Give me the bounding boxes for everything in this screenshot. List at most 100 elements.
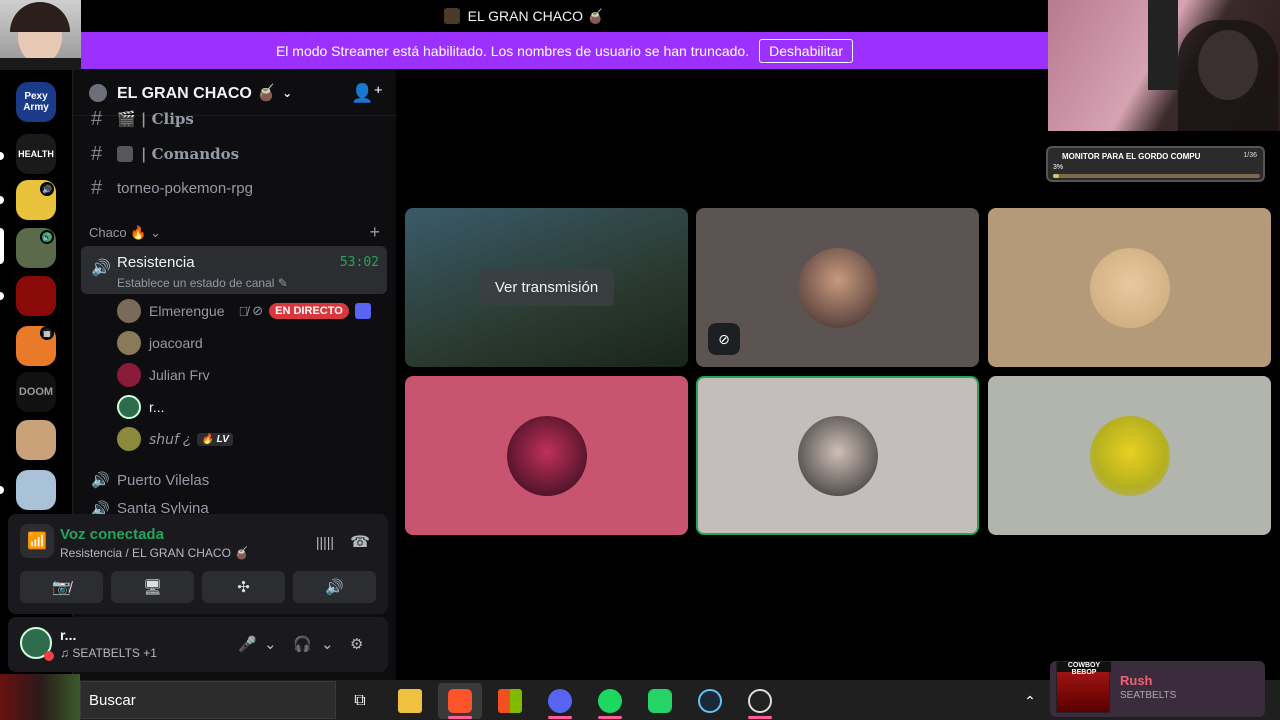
microsoft-store-icon[interactable] xyxy=(488,683,532,719)
microphone-icon[interactable]: 🎤 xyxy=(238,635,257,653)
share-screen-button[interactable]: 🖥 xyxy=(111,571,194,603)
headphones-icon[interactable]: 🎧 xyxy=(293,635,312,653)
progress-bar xyxy=(1053,174,1260,178)
server-item-red[interactable] xyxy=(16,276,56,316)
obs-icon[interactable] xyxy=(738,683,782,719)
streamer-mode-banner: El modo Streamer está habilitado. Los no… xyxy=(81,32,1048,69)
window-title: EL GRAN CHACO 🧉 xyxy=(467,7,605,24)
activities-button[interactable]: ✣ xyxy=(202,571,285,603)
brave-browser-icon[interactable] xyxy=(438,683,482,719)
webcam-overlay-left xyxy=(0,0,81,81)
server-item-blue[interactable] xyxy=(16,470,56,510)
voice-connected-title: Voz conectada xyxy=(60,526,164,543)
window-title-bar: EL GRAN CHACO 🧉 xyxy=(0,0,1048,32)
channel-clips[interactable]: # 🎬 | Clips xyxy=(81,106,387,132)
settings-gear-icon[interactable]: ⚙ xyxy=(350,635,363,653)
voice-user[interactable]: r... xyxy=(117,393,165,421)
progress-count: 1/36 xyxy=(1243,152,1257,159)
voice-channel-santa-sylvina[interactable]: 🔊 Santa Sylvina xyxy=(81,500,387,514)
participant-tile[interactable] xyxy=(988,376,1271,535)
server-item-health[interactable]: HEALTH xyxy=(16,134,56,174)
watch-stream-button[interactable]: Ver transmisión xyxy=(478,269,615,306)
avatar xyxy=(117,299,141,323)
spotify-icon[interactable] xyxy=(588,683,632,719)
voice-channel-resistencia[interactable]: 🔊 Resistencia Establece un estado de can… xyxy=(81,246,387,294)
unread-pill xyxy=(0,292,4,300)
camera-off-button[interactable]: 📷̸ xyxy=(20,571,103,603)
file-explorer-icon[interactable] xyxy=(388,683,432,719)
server-name: EL GRAN CHACO 🧉 xyxy=(117,84,277,102)
mask-emoji-icon xyxy=(117,146,133,162)
voice-user[interactable]: 𝘴𝘩𝘶𝘧 ¿ 🔥 LV xyxy=(117,425,233,453)
discord-icon[interactable] xyxy=(538,683,582,719)
track-title: Rush xyxy=(1120,673,1153,688)
server-icon xyxy=(443,8,460,24)
disable-streamer-button[interactable]: Deshabilitar xyxy=(759,38,854,63)
participant-tile-speaking[interactable] xyxy=(696,376,979,535)
steam-icon[interactable] xyxy=(688,683,732,719)
server-item-anime[interactable] xyxy=(16,420,56,460)
category-chaco[interactable]: Chaco 🔥 ⌄ xyxy=(89,225,161,241)
speaker-icon: 🔊 xyxy=(40,182,54,196)
avatar xyxy=(1089,415,1170,496)
username: r... xyxy=(60,627,77,643)
participant-tile[interactable]: ⊘ xyxy=(696,208,979,367)
server-item-pexy-army[interactable]: Pexy Army xyxy=(16,82,56,122)
invite-people-icon[interactable]: 👤⁺ xyxy=(351,83,383,104)
task-view-icon[interactable]: ⧉ xyxy=(338,683,382,719)
channel-comandos[interactable]: # | Comandos xyxy=(81,138,387,170)
chevron-down-icon[interactable]: ⌄ xyxy=(264,635,277,653)
unread-pill xyxy=(0,196,4,204)
chevron-down-icon[interactable]: ⌄ xyxy=(321,635,334,653)
signal-icon[interactable]: 📶 xyxy=(20,524,54,558)
user-panel: r... ♫ SEATBELTS +1 🎤 ⌄ 🎧 ⌄ ⚙ xyxy=(8,617,388,672)
avatar xyxy=(797,247,878,328)
progress-widget: MONITOR PARA EL GORDO COMPU 1/36 3% xyxy=(1046,146,1265,182)
soundboard-icon: 🔊 xyxy=(325,579,344,596)
channel-torneo-pokemon-rpg[interactable]: # torneo-pokemon-rpg xyxy=(81,172,387,204)
participant-tile[interactable] xyxy=(405,376,688,535)
voice-timer: 53:02 xyxy=(339,255,379,270)
chevron-down-icon: ⌄ xyxy=(150,225,161,240)
status-badge: 🔥 LV xyxy=(197,432,233,446)
activities-icon: ✣ xyxy=(237,579,250,596)
screen-share-icon xyxy=(354,303,371,319)
channel-status[interactable]: Establece un estado de canal ✎ xyxy=(117,276,288,290)
avatar xyxy=(797,415,878,496)
live-badge: EN DIRECTO xyxy=(269,303,349,319)
participant-tile[interactable] xyxy=(988,208,1271,367)
speaker-icon: 🔊 xyxy=(91,501,110,514)
unread-pill xyxy=(0,486,4,494)
whatsapp-icon[interactable] xyxy=(638,683,682,719)
avatar xyxy=(117,427,141,451)
soundboard-button[interactable]: 🔊 xyxy=(293,571,376,603)
camera-off-icon: 📷̸ xyxy=(52,579,71,596)
voice-user[interactable]: Julian Frv xyxy=(117,361,210,389)
progress-percent: 3% xyxy=(1053,164,1064,171)
status-dot xyxy=(44,651,54,661)
avatar xyxy=(1089,247,1170,328)
voice-active-icon: 🔊 xyxy=(40,230,54,244)
hash-icon: # xyxy=(91,107,103,130)
stream-tile[interactable]: Ver transmisión xyxy=(405,208,688,367)
voice-channel-puerto-vilelas[interactable]: 🔊 Puerto Vilelas xyxy=(81,464,387,496)
active-server-pill xyxy=(0,228,4,264)
noise-suppression-icon[interactable]: ||||| xyxy=(316,534,334,550)
voice-user[interactable]: joacoard xyxy=(117,329,203,357)
calendar-icon: ▦ xyxy=(40,326,54,340)
avatar xyxy=(506,415,587,496)
voice-user[interactable]: Elmerengue 🎙̸ ⊘ EN DIRECTO xyxy=(117,297,371,325)
server-item-doom[interactable]: DOOM xyxy=(16,372,56,412)
disconnect-icon[interactable]: ☎ xyxy=(350,532,370,552)
speaker-icon: 🔊 xyxy=(91,260,111,277)
streamer-mode-text: El modo Streamer está habilitado. Los no… xyxy=(275,42,750,59)
now-playing-widget[interactable]: COWBOY BEBOP Rush SEATBELTS xyxy=(1050,661,1265,717)
webcam-overlay-right xyxy=(1048,0,1280,131)
chevron-up-icon[interactable]: ⌃ xyxy=(1008,683,1052,719)
taskbar-search[interactable]: Buscar xyxy=(80,681,336,719)
voice-connected-panel: 📶 Voz conectada Resistencia / EL GRAN CH… xyxy=(8,514,388,614)
progress-title: MONITOR PARA EL GORDO COMPU xyxy=(1062,152,1201,161)
unread-pill xyxy=(0,152,4,160)
voice-connected-subtitle[interactable]: Resistencia / EL GRAN CHACO 🧉 xyxy=(60,546,249,560)
add-channel-icon[interactable]: + xyxy=(369,222,380,243)
